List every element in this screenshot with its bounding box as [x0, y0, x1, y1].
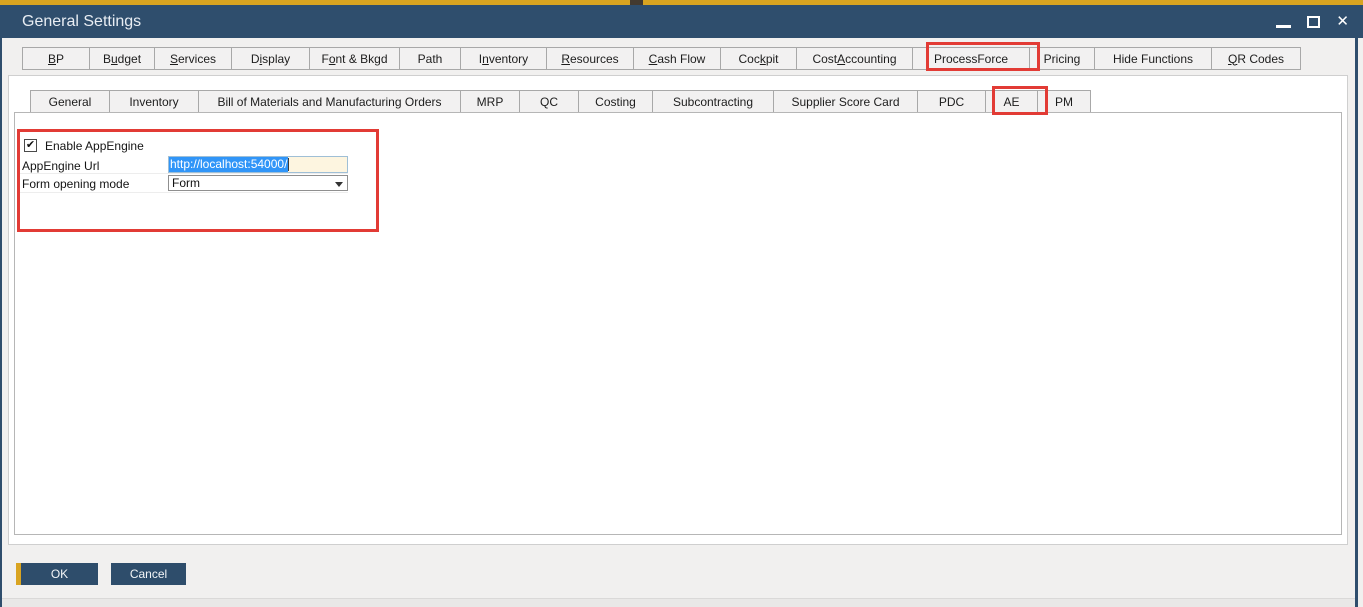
tab-display[interactable]: Display — [231, 47, 310, 70]
window-border-right — [1355, 38, 1358, 607]
tab-services[interactable]: Services — [154, 47, 232, 70]
tab2-pdc[interactable]: PDC — [917, 90, 986, 113]
tab2-inventory[interactable]: Inventory — [109, 90, 199, 113]
tab-bp[interactable]: BP — [22, 47, 90, 70]
window-title: General Settings — [22, 5, 141, 38]
processforce-tab-row: General Inventory Bill of Materials and … — [30, 90, 1091, 113]
tab-qr-codes[interactable]: QR Codes — [1211, 47, 1301, 70]
annotation-processforce-tab — [926, 42, 1040, 71]
tab2-costing[interactable]: Costing — [578, 90, 653, 113]
tab-font-bkgd[interactable]: Font & Bkgd — [309, 47, 400, 70]
tab2-mrp[interactable]: MRP — [460, 90, 520, 113]
tab2-supplier-score-card[interactable]: Supplier Score Card — [773, 90, 918, 113]
tab2-bom[interactable]: Bill of Materials and Manufacturing Orde… — [198, 90, 461, 113]
maximize-icon[interactable] — [1307, 16, 1320, 28]
title-bar: General Settings ✕ — [0, 5, 1363, 38]
main-tab-row: BP Budget Services Display Font & Bkgd P… — [22, 47, 1301, 70]
minimize-icon[interactable] — [1276, 25, 1291, 28]
close-icon[interactable]: ✕ — [1336, 14, 1349, 29]
general-settings-window: General Settings ✕ BP Budget Services Di… — [0, 0, 1363, 607]
tab2-qc[interactable]: QC — [519, 90, 579, 113]
annotation-form-group — [17, 129, 379, 232]
tab-inventory[interactable]: Inventory — [460, 47, 547, 70]
cancel-button[interactable]: Cancel — [111, 563, 186, 585]
annotation-ae-tab — [992, 86, 1048, 115]
tab-resources[interactable]: Resources — [546, 47, 634, 70]
window-border-left — [0, 38, 2, 607]
tab-budget[interactable]: Budget — [89, 47, 155, 70]
window-bottom-strip — [2, 598, 1355, 607]
tab2-general[interactable]: General — [30, 90, 110, 113]
tab-cash-flow[interactable]: Cash Flow — [633, 47, 721, 70]
tab2-subcontracting[interactable]: Subcontracting — [652, 90, 774, 113]
tab-cost-accounting[interactable]: Cost Accounting — [796, 47, 913, 70]
tab-cockpit[interactable]: Cockpit — [720, 47, 797, 70]
tab-path[interactable]: Path — [399, 47, 461, 70]
ok-button[interactable]: OK — [16, 563, 98, 585]
window-controls: ✕ — [1276, 5, 1349, 38]
tab-hide-functions[interactable]: Hide Functions — [1094, 47, 1212, 70]
